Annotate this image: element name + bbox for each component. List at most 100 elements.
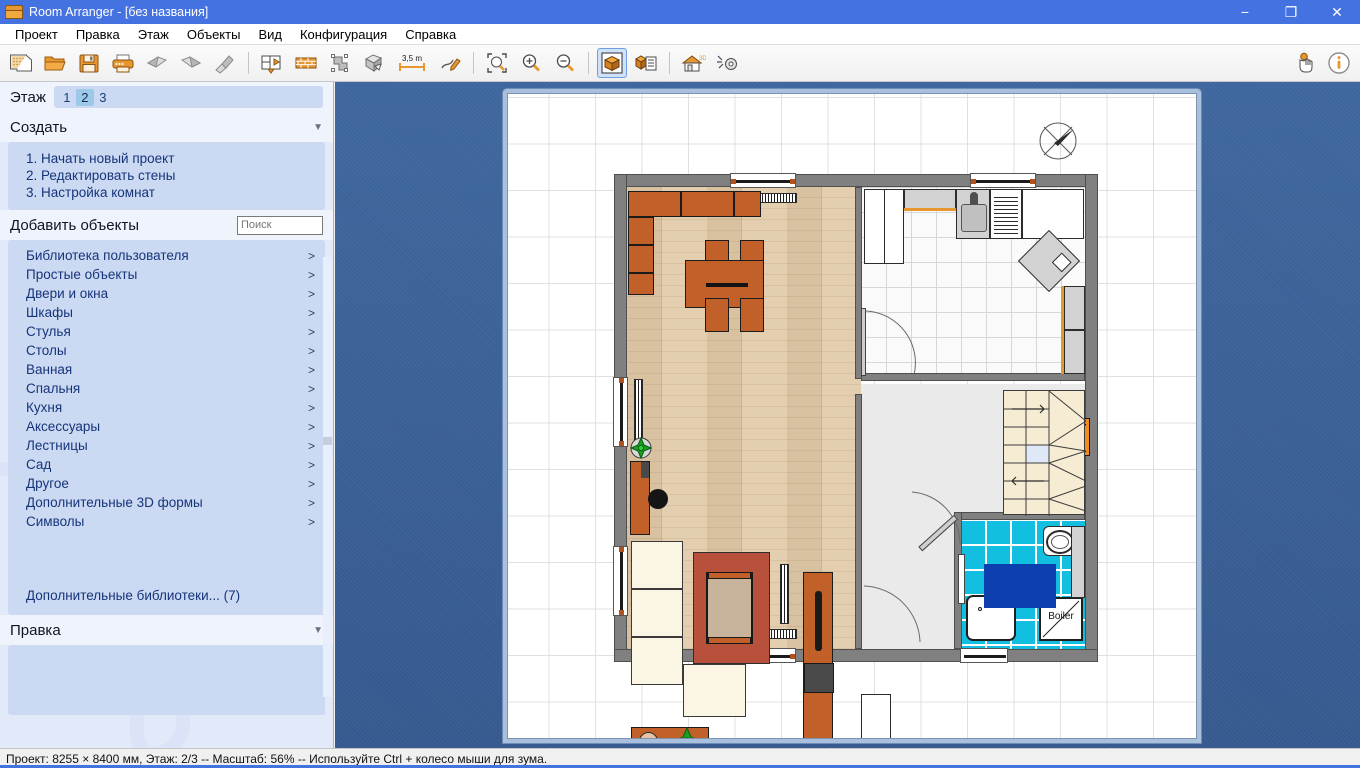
window-title: Room Arranger - [без названия] [29,5,208,19]
zoom-fit-icon[interactable] [482,48,512,78]
floor-tab-2[interactable]: 2 [76,89,94,106]
tv-shelf-unit[interactable] [803,572,833,739]
library-item-doors-windows[interactable]: Двери и окна > [8,284,325,303]
kitchen-tall-cabinet-left[interactable] [864,189,904,264]
menu-configuration[interactable]: Конфигурация [291,25,396,44]
dining-chair-bottom-left[interactable] [705,298,729,332]
staircase[interactable] [1003,390,1085,515]
view-3d-icon[interactable] [597,48,627,78]
new-project-icon[interactable] [6,48,36,78]
menu-project[interactable]: Проект [6,25,67,44]
kitchen-unit-side-a[interactable] [628,217,654,245]
library-item-cabinets[interactable]: Шкафы > [8,303,325,322]
measure-icon[interactable]: 3,5 m [393,48,431,78]
more-libraries-link[interactable]: Дополнительные библиотеки... (7) [8,583,325,609]
menu-floor[interactable]: Этаж [129,25,178,44]
edit-rooms-icon[interactable] [257,48,287,78]
floorplan-canvas[interactable]: Boiler [507,93,1197,739]
library-item-stairs[interactable]: Лестницы > [8,436,325,455]
kitchen-unit-top-a[interactable] [628,191,681,217]
chevron-down-icon[interactable]: ▼ [313,625,323,636]
maximize-button[interactable]: ❐ [1268,0,1314,24]
library-item-symbols[interactable]: Символы > [8,512,325,531]
kitchen-unit-top-b[interactable] [681,191,734,217]
kitchen-counter-run-top[interactable] [1022,189,1084,239]
scrollbar-track[interactable] [323,257,332,697]
edit-section-header[interactable]: Правка ▼ [0,615,333,645]
close-button[interactable]: ✕ [1314,0,1360,24]
draw-pencil-icon[interactable] [435,48,465,78]
library-item-chairs[interactable]: Стулья > [8,322,325,341]
sidebar-scrollbar[interactable] [323,257,332,697]
select-shape-icon[interactable] [325,48,355,78]
edit-walls-icon[interactable] [291,48,321,78]
sofa-seat-middle[interactable] [631,589,683,637]
window-left-upper[interactable] [613,377,628,447]
library-item-bedroom[interactable]: Спальня > [8,379,325,398]
library-item-user-library[interactable]: Библиотека пользователя > [8,246,325,265]
menu-objects[interactable]: Объекты [178,25,250,44]
window-left-lower[interactable] [613,546,628,616]
tall-cabinet-left[interactable] [630,461,650,535]
kitchen-unit-side-c[interactable] [628,273,654,295]
window-bath-left[interactable] [958,554,965,604]
zoom-out-icon[interactable] [550,48,580,78]
search-input[interactable] [237,216,323,235]
library-item-tables[interactable]: Столы > [8,341,325,360]
kitchen-unit-side-b[interactable] [628,245,654,273]
window-top-kitchen[interactable] [970,173,1036,188]
undo-icon[interactable] [142,48,172,78]
print-icon[interactable] [108,48,138,78]
kitchen-unit-top-c[interactable] [734,191,761,217]
create-section-header[interactable]: Создать ▼ [0,112,333,142]
library-item-other[interactable]: Другое > [8,474,325,493]
save-project-icon[interactable] [74,48,104,78]
scrollbar-thumb[interactable] [323,437,332,445]
object-list-icon[interactable] [631,48,661,78]
library-item-kitchen[interactable]: Кухня > [8,398,325,417]
chevron-down-icon[interactable]: ▼ [313,122,323,133]
info-icon[interactable] [1324,48,1354,78]
kitchen-cabinet-right-b[interactable] [1064,330,1085,374]
sofa-seat-top[interactable] [631,541,683,589]
kitchen-cabinet-right-a[interactable] [1064,286,1085,330]
kitchen-sink[interactable] [956,189,990,239]
bathroom-blue-mat[interactable] [984,564,1056,608]
hall-cabinet[interactable] [861,694,891,739]
minimize-button[interactable]: − [1222,0,1268,24]
kitchen-hob[interactable] [990,189,1022,239]
sofa-seat-bottom[interactable] [631,637,683,685]
move-object-icon[interactable] [359,48,389,78]
plant-upper-left[interactable] [630,437,652,459]
library-item-simple-objects[interactable]: Простые объекты > [8,265,325,284]
object-library-list: Библиотека пользователя > Простые объект… [8,240,325,615]
sofa-chaise[interactable] [683,664,746,717]
library-item-accessories[interactable]: Аксессуары > [8,417,325,436]
format-painter-icon[interactable] [210,48,240,78]
chevron-right-icon: > [308,420,315,434]
plant-lower-left[interactable] [673,727,701,739]
create-step-new-project[interactable]: 1. Начать новый проект [8,150,325,167]
hand-pointer-icon[interactable] [1290,48,1320,78]
floor-tab-1[interactable]: 1 [58,89,76,106]
redo-icon[interactable] [176,48,206,78]
dining-chair-bottom-right[interactable] [740,298,764,332]
library-item-garden[interactable]: Сад > [8,455,325,474]
menu-view[interactable]: Вид [249,25,291,44]
create-step-setup-rooms[interactable]: 3. Настройка комнат [8,184,325,201]
window-top-left[interactable] [730,173,796,188]
floor-tab-3[interactable]: 3 [94,89,112,106]
create-step-edit-walls[interactable]: 2. Редактировать стены [8,167,325,184]
zoom-in-icon[interactable] [516,48,546,78]
window-bottom-bath[interactable] [960,648,1008,663]
render-icon[interactable] [712,48,742,78]
door-leaf-kitchen[interactable] [861,308,866,376]
library-item-extra-3d-shapes[interactable]: Дополнительные 3D формы > [8,493,325,512]
round-side-table[interactable] [648,489,668,509]
menu-edit[interactable]: Правка [67,25,129,44]
menu-help[interactable]: Справка [396,25,465,44]
library-item-bathroom[interactable]: Ванная > [8,360,325,379]
open-project-icon[interactable] [40,48,70,78]
house-3d-icon[interactable]: 3D [678,48,708,78]
coffee-table[interactable] [706,572,753,644]
